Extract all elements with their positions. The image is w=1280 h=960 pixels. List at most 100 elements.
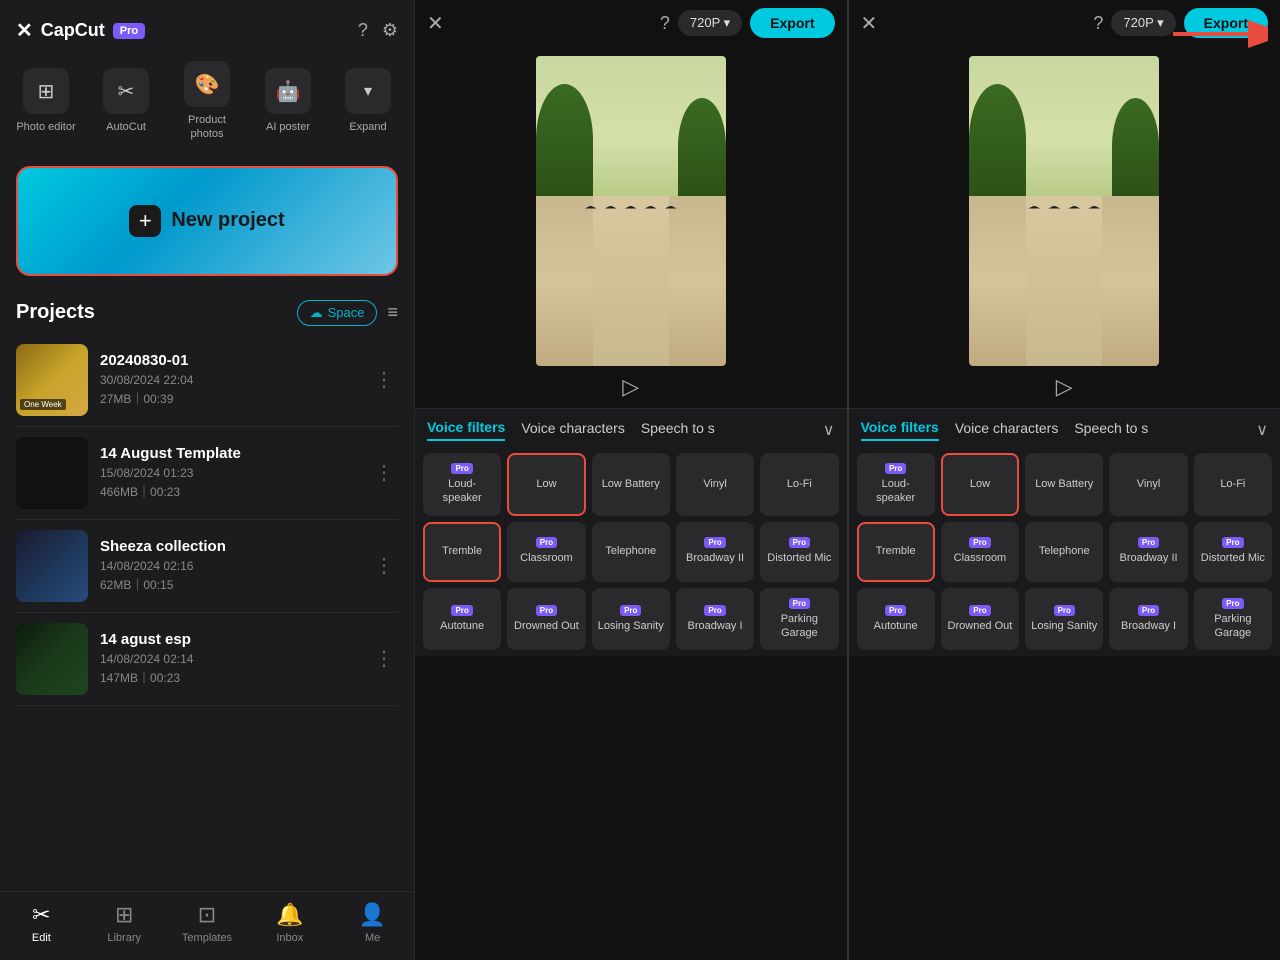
inbox-icon: 🔔 (276, 902, 303, 928)
filter-name: Telephone (1039, 544, 1090, 558)
play-button-left[interactable]: ▷ (622, 374, 639, 400)
video-preview-right (849, 46, 1280, 366)
more-icon[interactable]: ⋮ (370, 549, 398, 582)
filter-losing-sanity-right[interactable]: Pro Losing Sanity (1025, 588, 1103, 651)
filter-autotune-right[interactable]: Pro Autotune (857, 588, 935, 651)
filter-vinyl-right[interactable]: Vinyl (1109, 453, 1187, 516)
filter-parking-garage-right[interactable]: Pro Parking Garage (1194, 588, 1272, 651)
video-ground (536, 196, 726, 367)
pro-badge: Pro (113, 23, 145, 39)
project-item[interactable]: 14 August Template 15/08/2024 01:23 466M… (16, 427, 398, 520)
filter-classroom-left[interactable]: Pro Classroom (507, 522, 585, 582)
voice-filters-tab-left[interactable]: Voice filters (427, 419, 505, 441)
voice-characters-tab-left[interactable]: Voice characters (521, 420, 625, 440)
filter-loud-speaker-right[interactable]: Pro Loud-speaker (857, 453, 935, 516)
nav-templates[interactable]: ⊡ Templates (166, 902, 249, 944)
help-icon[interactable]: ? (358, 20, 368, 41)
filter-broadway1-right[interactable]: Pro Broadway I (1109, 588, 1187, 651)
filter-vinyl-left[interactable]: Vinyl (676, 453, 754, 516)
nav-inbox[interactable]: 🔔 Inbox (248, 902, 331, 944)
filter-low-right[interactable]: Low (941, 453, 1019, 516)
tool-product-photos[interactable]: 🎨 Product photos (176, 61, 238, 142)
project-item[interactable]: Sheeza collection 14/08/2024 02:16 62MB｜… (16, 520, 398, 613)
video-birds (585, 206, 677, 212)
more-icon[interactable]: ⋮ (370, 363, 398, 396)
main-editors: ✕ ? 720P ▾ Export (415, 0, 1280, 960)
tool-expand[interactable]: ▾ Expand (338, 68, 398, 134)
filter-name: Broadway I (688, 619, 743, 633)
help-icon-left[interactable]: ? (660, 13, 670, 34)
voice-filters-bar-left: Voice filters Voice characters Speech to… (415, 408, 847, 447)
filter-tremble-left[interactable]: Tremble (423, 522, 501, 582)
project-item[interactable]: One Week 20240830-01 30/08/2024 22:04 27… (16, 334, 398, 427)
nav-edit[interactable]: ✂ Edit (0, 902, 83, 944)
filter-autotune-left[interactable]: Pro Autotune (423, 588, 501, 651)
filter-low-battery-right[interactable]: Low Battery (1025, 453, 1103, 516)
close-button-left[interactable]: ✕ (427, 11, 444, 36)
filter-low-left[interactable]: Low (507, 453, 585, 516)
filter-telephone-left[interactable]: Telephone (592, 522, 670, 582)
speech-to-text-tab-right[interactable]: Speech to s (1074, 420, 1148, 440)
play-bar-left: ▷ (415, 366, 847, 408)
toolbar: ⊞ Photo editor ✂ AutoCut 🎨 Product photo… (0, 53, 414, 156)
sort-icon[interactable]: ≡ (387, 302, 398, 323)
project-meta: 147MB｜00:23 (100, 669, 358, 686)
filter-tremble-right[interactable]: Tremble (857, 522, 935, 582)
bird (585, 206, 597, 212)
filter-distorted-mic-left[interactable]: Pro Distorted Mic (760, 522, 838, 582)
pro-label: Pro (1138, 537, 1159, 548)
resolution-button-left[interactable]: 720P ▾ (678, 10, 742, 36)
dropdown-icon-left[interactable]: ∨ (823, 420, 835, 440)
filter-parking-garage-left[interactable]: Pro Parking Garage (760, 588, 838, 651)
filter-broadway2-right[interactable]: Pro Broadway II (1109, 522, 1187, 582)
speech-to-text-tab-left[interactable]: Speech to s (641, 420, 715, 440)
filter-broadway2-left[interactable]: Pro Broadway II (676, 522, 754, 582)
close-button-right[interactable]: ✕ (861, 11, 878, 36)
filter-name: Low Battery (602, 477, 660, 491)
library-label: Library (107, 932, 141, 944)
bottom-nav: ✂ Edit ⊞ Library ⊡ Templates 🔔 Inbox 👤 M… (0, 891, 414, 960)
new-project-button[interactable]: + New project (16, 166, 398, 276)
filter-losing-sanity-left[interactable]: Pro Losing Sanity (592, 588, 670, 651)
filter-low-battery-left[interactable]: Low Battery (592, 453, 670, 516)
filter-lofi-left[interactable]: Lo-Fi (760, 453, 838, 516)
filter-classroom-right[interactable]: Pro Classroom (941, 522, 1019, 582)
voice-characters-tab-right[interactable]: Voice characters (955, 420, 1059, 440)
filter-telephone-right[interactable]: Telephone (1025, 522, 1103, 582)
settings-icon[interactable]: ⚙ (382, 20, 398, 41)
more-icon[interactable]: ⋮ (370, 456, 398, 489)
filter-lofi-right[interactable]: Lo-Fi (1194, 453, 1272, 516)
templates-icon: ⊡ (198, 902, 216, 928)
project-date: 30/08/2024 22:04 (100, 373, 358, 387)
filter-loud-speaker-left[interactable]: Pro Loud-speaker (423, 453, 501, 516)
filter-name: Vinyl (1137, 477, 1161, 491)
video-path (593, 196, 669, 367)
dropdown-icon-right[interactable]: ∨ (1256, 420, 1268, 440)
tool-autocut[interactable]: ✂ AutoCut (96, 68, 156, 134)
project-meta: 466MB｜00:23 (100, 483, 358, 500)
project-item[interactable]: 14 agust esp 14/08/2024 02:14 147MB｜00:2… (16, 613, 398, 706)
project-thumbnail (16, 623, 88, 695)
resolution-button-right[interactable]: 720P ▾ (1111, 10, 1175, 36)
filter-name: Autotune (874, 619, 918, 633)
filter-drowned-out-right[interactable]: Pro Drowned Out (941, 588, 1019, 651)
nav-library[interactable]: ⊞ Library (83, 902, 166, 944)
help-icon-right[interactable]: ? (1093, 13, 1103, 34)
filter-broadway1-left[interactable]: Pro Broadway I (676, 588, 754, 651)
filter-drowned-out-left[interactable]: Pro Drowned Out (507, 588, 585, 651)
tool-photo-editor[interactable]: ⊞ Photo editor (16, 68, 76, 134)
pro-label: Pro (789, 598, 810, 609)
space-button[interactable]: ☁ Space (297, 300, 378, 326)
filter-name: Vinyl (703, 477, 727, 491)
nav-me[interactable]: 👤 Me (331, 902, 414, 944)
play-button-right[interactable]: ▷ (1056, 374, 1073, 400)
project-name: 14 agust esp (100, 631, 358, 648)
voice-filters-tab-right[interactable]: Voice filters (861, 419, 939, 441)
projects-actions: ☁ Space ≡ (297, 300, 398, 326)
export-button-left[interactable]: Export (750, 8, 834, 38)
tool-ai-poster[interactable]: 🤖 AI poster (258, 68, 318, 134)
filter-distorted-mic-right[interactable]: Pro Distorted Mic (1194, 522, 1272, 582)
bird (1048, 206, 1060, 212)
product-photos-label: Product photos (176, 113, 238, 142)
more-icon[interactable]: ⋮ (370, 642, 398, 675)
